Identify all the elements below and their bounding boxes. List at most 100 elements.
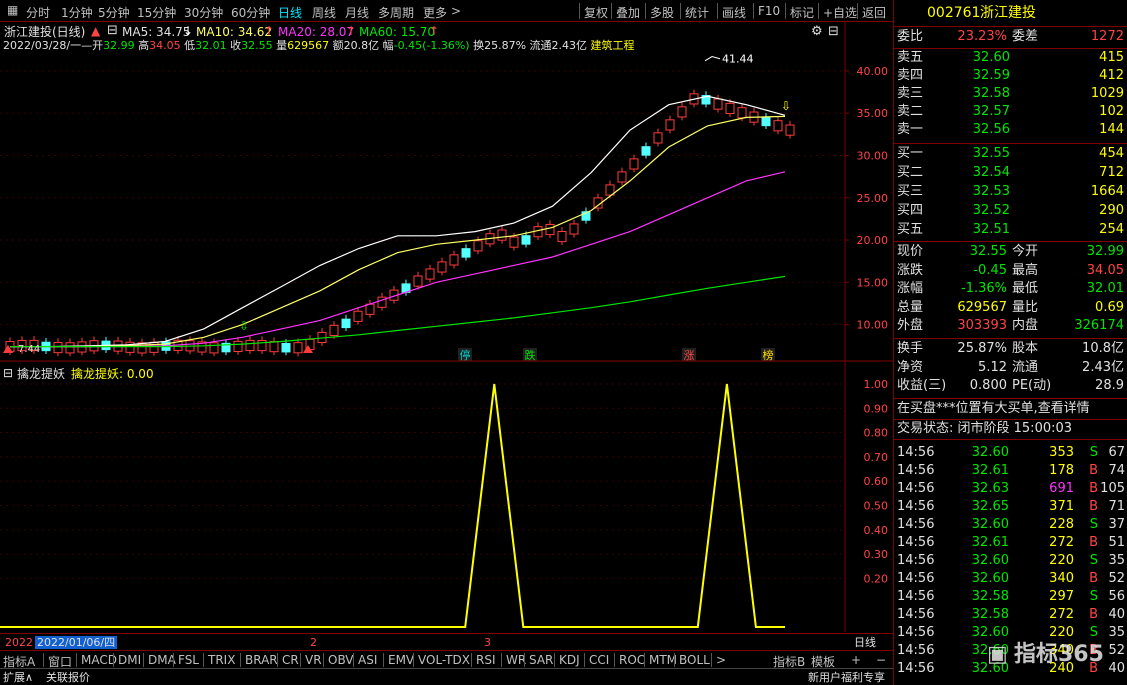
menu-grid-icon[interactable]: ▦ — [7, 3, 18, 17]
toolbar-button-2[interactable]: 多股 — [650, 4, 674, 21]
indicator-tab-16[interactable]: SAR — [529, 653, 553, 667]
indicator-tab-3[interactable]: DMI — [118, 653, 141, 667]
toolbar-separator — [717, 3, 718, 19]
stat-value2-0: 32.99 — [1086, 244, 1124, 259]
tick-price: 32.60 — [971, 517, 1009, 532]
candle-body — [341, 318, 351, 329]
indicator-tab-6[interactable]: TRIX — [208, 653, 235, 667]
candle-body — [737, 107, 747, 119]
indicator-tab-7[interactable]: BRAR — [245, 653, 278, 667]
indicator-right-tab-3[interactable]: − — [876, 653, 886, 667]
indicator-chart[interactable]: 1.00 0.90 0.80 0.70 0.60 0.50 0.40 0.30 0.20 — [0, 362, 893, 632]
chart-settings-icon[interactable]: ⚙ — [811, 25, 823, 38]
event-marker-0[interactable]: 停 — [460, 348, 471, 362]
event-marker-3[interactable]: 榜 — [763, 348, 774, 362]
toolbar-button-4[interactable]: 画线 — [722, 4, 746, 21]
indicator-tab-13[interactable]: VOL-TDX — [418, 653, 470, 667]
indicator-tab-9[interactable]: VR — [305, 653, 322, 667]
indicator-tab-18[interactable]: CCI — [589, 653, 609, 667]
candle-body — [353, 310, 363, 322]
kline-chart[interactable]: 40.00 35.00 30.00 25.00 20.00 15.00 10.00 41.44… — [0, 22, 893, 362]
tabs-more-chevron-icon[interactable]: > — [716, 653, 726, 667]
tick-price: 32.63 — [971, 481, 1009, 496]
expand-button[interactable]: 扩展∧ — [3, 672, 33, 683]
tick-count: 71 — [1108, 499, 1125, 514]
bid-volume-1: 712 — [1099, 165, 1124, 180]
period-tab-0[interactable]: 分时 — [26, 4, 50, 21]
indicator-tab-8[interactable]: CR — [282, 653, 299, 667]
stat-value-2: -1.36% — [961, 281, 1007, 296]
price-tick-label: 40.00 — [857, 65, 889, 78]
tick-time: 14:56 — [897, 517, 935, 532]
tick-side: B — [1089, 571, 1098, 586]
period-tab-4[interactable]: 30分钟 — [184, 4, 223, 21]
wei-bi-value: 23.23% — [957, 29, 1007, 44]
ma5-label: MA5: 34.75 — [122, 25, 191, 39]
toolbar-button-3[interactable]: 统计 — [685, 4, 709, 21]
period-indicator[interactable]: 日线 — [854, 637, 876, 648]
tick-volume: 353 — [1049, 445, 1074, 460]
date-axis-year: 2022 — [5, 636, 33, 649]
toolbar-button-8[interactable]: 返回 — [862, 4, 886, 21]
toolbar-button-7[interactable]: +自选 — [823, 4, 857, 21]
tick-count: 52 — [1108, 571, 1125, 586]
new-user-promo[interactable]: 新用户福利专享 — [808, 672, 885, 683]
toolbar-button-0[interactable]: 复权 — [584, 4, 608, 21]
event-marker-1[interactable]: 跌 — [525, 348, 536, 362]
indicator-tab-4[interactable]: DMA — [148, 653, 176, 667]
period-tab-8[interactable]: 月线 — [345, 4, 369, 21]
indicator-tab-2[interactable]: MACD — [81, 653, 117, 667]
indicator-tab-14[interactable]: RSI — [476, 653, 496, 667]
date-axis-month-3: 3 — [484, 636, 491, 649]
toolbar-button-5[interactable]: F10 — [758, 4, 780, 18]
period-tab-9[interactable]: 多周期 — [378, 4, 414, 21]
indicator-tab-20[interactable]: MTM — [649, 653, 677, 667]
price-tick-label: 15.00 — [857, 276, 889, 289]
ask-volume-0: 415 — [1099, 50, 1124, 65]
tick-time: 14:56 — [897, 589, 935, 604]
indicator-tab-5[interactable]: FSL — [178, 653, 199, 667]
event-marker-2[interactable]: 涨 — [684, 349, 695, 362]
period-tab-2[interactable]: 5分钟 — [98, 4, 130, 21]
indicator-tab-21[interactable]: BOLL — [679, 653, 710, 667]
bid-price-1: 32.54 — [972, 165, 1010, 180]
tab-separator — [524, 653, 525, 667]
bid-label-4: 买五 — [897, 222, 924, 237]
indicator-tab-19[interactable]: ROC — [619, 653, 645, 667]
period-tab-10[interactable]: 更多 — [423, 4, 447, 21]
indicator-right-tab-2[interactable]: + — [851, 653, 861, 667]
tick-row: 14:56 32.58 297 S 56 — [894, 587, 1127, 605]
tick-time: 14:56 — [897, 463, 935, 478]
indicator-tab-10[interactable]: OBV — [328, 653, 354, 667]
tick-time: 14:56 — [897, 643, 935, 658]
toolbar-button-6[interactable]: 标记 — [790, 4, 814, 21]
tick-row: 14:56 32.60 340 B 52 — [894, 569, 1127, 587]
toolbar-button-1[interactable]: 叠加 — [616, 4, 640, 21]
big-order-notice[interactable]: 在买盘***位置有大买单,查看详情 — [897, 402, 1090, 415]
indicator-tab-17[interactable]: KDJ — [559, 653, 580, 667]
chart-stock-name: 浙江建投(日线) — [4, 25, 86, 39]
related-quote-button[interactable]: 关联报价 — [46, 672, 90, 683]
indicator-tab-12[interactable]: EMV — [388, 653, 414, 667]
candle-body — [725, 102, 735, 115]
chart-minimize-icon[interactable]: ⊟ — [828, 25, 839, 38]
indicator-name: 擒龙提妖 — [17, 367, 66, 381]
trade-status: 交易状态: 闭市阶段 15:00:03 — [897, 421, 1073, 436]
period-tab-6[interactable]: 日线 — [278, 4, 302, 21]
period-tab-5[interactable]: 60分钟 — [231, 4, 270, 21]
indicator-expand-icon[interactable]: ⊟ — [3, 367, 13, 379]
period-tab-1[interactable]: 1分钟 — [61, 4, 93, 21]
ma-line-ma60 — [10, 275, 786, 348]
tick-count: 37 — [1108, 517, 1125, 532]
period-tab-3[interactable]: 15分钟 — [137, 4, 176, 21]
ma-expand-icon[interactable]: ⊟ — [107, 24, 118, 37]
candle-body — [557, 230, 567, 243]
bid-volume-0: 454 — [1099, 146, 1124, 161]
tick-price: 32.58 — [971, 607, 1009, 622]
tab-separator — [76, 653, 77, 667]
period-tab-7[interactable]: 周线 — [312, 4, 336, 21]
indicator-tab-11[interactable]: ASI — [358, 653, 377, 667]
panel-divider — [894, 338, 1127, 339]
more-chevron-icon[interactable]: > — [451, 4, 461, 18]
tab-separator — [323, 653, 324, 667]
